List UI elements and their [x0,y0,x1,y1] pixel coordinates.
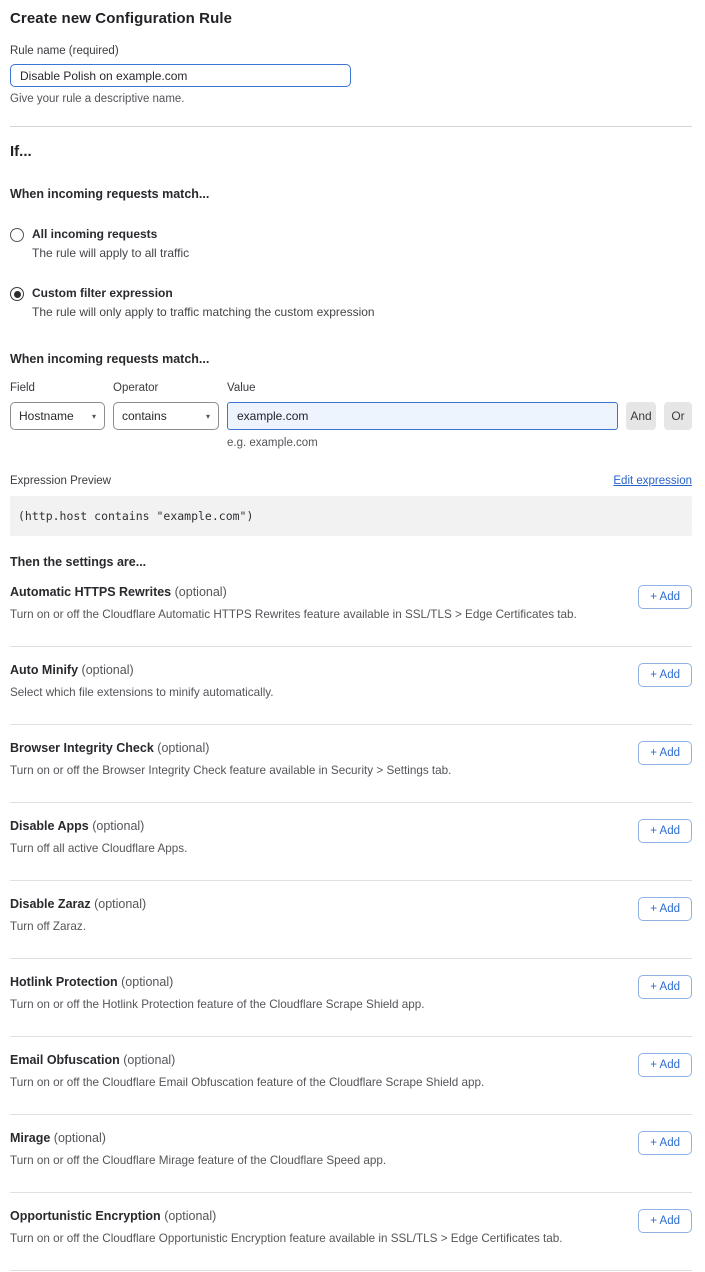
radio-label: Custom filter expression [32,286,375,300]
matcher-heading: When incoming requests match... [10,352,692,366]
setting-title: Disable Zaraz (optional) [10,897,146,911]
setting-description: Turn on or off the Hotlink Protection fe… [10,998,425,1011]
if-heading: If... [10,143,692,160]
add-setting-button[interactable]: + Add [638,663,692,687]
setting-description: Turn off all active Cloudflare Apps. [10,842,187,855]
incoming-requests-subheading: When incoming requests match... [10,187,692,201]
optional-label: (optional) [123,1053,175,1067]
operator-label: Operator [113,382,219,394]
chevron-down-icon: ▾ [92,412,96,421]
radio-label: All incoming requests [32,227,189,241]
expression-preview-label: Expression Preview [10,475,111,487]
setting-title: Hotlink Protection (optional) [10,975,425,989]
setting-title: Mirage (optional) [10,1131,386,1145]
setting-title: Email Obfuscation (optional) [10,1053,484,1067]
add-setting-button[interactable]: + Add [638,819,692,843]
setting-title: Disable Apps (optional) [10,819,187,833]
operator-select[interactable]: contains ▾ [113,402,219,430]
setting-title: Opportunistic Encryption (optional) [10,1209,563,1223]
edit-expression-link[interactable]: Edit expression [613,475,692,487]
value-input[interactable] [227,402,618,430]
setting-row: Auto Minify (optional) Select which file… [10,647,692,725]
value-hint: e.g. example.com [227,437,618,449]
setting-description: Turn on or off the Cloudflare Opportunis… [10,1232,563,1245]
optional-label: (optional) [54,1131,106,1145]
radio-icon[interactable] [10,287,24,301]
setting-title: Browser Integrity Check (optional) [10,741,451,755]
if-section: If... When incoming requests match... Al… [10,143,692,319]
setting-row: Disable Apps (optional) Turn off all act… [10,803,692,881]
expression-builder: When incoming requests match... Field Op… [10,352,692,449]
or-button[interactable]: Or [664,402,692,430]
setting-row: Opportunistic Encryption (optional) Turn… [10,1193,692,1271]
radio-icon[interactable] [10,228,24,242]
radio-description: The rule will apply to all traffic [32,246,189,260]
operator-select-value: contains [122,409,167,423]
optional-label: (optional) [94,897,146,911]
add-setting-button[interactable]: + Add [638,1209,692,1233]
setting-description: Select which file extensions to minify a… [10,686,274,699]
rule-name-input[interactable] [10,64,351,87]
setting-description: Turn on or off the Browser Integrity Che… [10,764,451,777]
setting-description: Turn off Zaraz. [10,920,146,933]
field-select[interactable]: Hostname ▾ [10,402,105,430]
setting-title: Auto Minify (optional) [10,663,274,677]
add-setting-button[interactable]: + Add [638,585,692,609]
setting-row: Mirage (optional) Turn on or off the Clo… [10,1115,692,1193]
optional-label: (optional) [164,1209,216,1223]
setting-description: Turn on or off the Cloudflare Mirage fea… [10,1154,386,1167]
optional-label: (optional) [157,741,209,755]
add-setting-button[interactable]: + Add [638,975,692,999]
and-button[interactable]: And [626,402,656,430]
matcher-grid: Field Operator Value Hostname ▾ contains… [10,382,692,449]
setting-row: Hotlink Protection (optional) Turn on or… [10,959,692,1037]
setting-row: Email Obfuscation (optional) Turn on or … [10,1037,692,1115]
rule-name-section: Rule name (required) Give your rule a de… [10,45,692,105]
setting-title: Automatic HTTPS Rewrites (optional) [10,585,577,599]
optional-label: (optional) [82,663,134,677]
radio-all-incoming-requests[interactable]: All incoming requests The rule will appl… [10,227,692,260]
setting-row: Disable Zaraz (optional) Turn off Zaraz.… [10,881,692,959]
radio-custom-filter-expression[interactable]: Custom filter expression The rule will o… [10,286,692,319]
setting-row: Automatic HTTPS Rewrites (optional) Turn… [10,569,692,647]
create-configuration-rule-page: Create new Configuration Rule Rule name … [0,0,705,1272]
page-title: Create new Configuration Rule [10,10,692,27]
field-label: Field [10,382,105,394]
add-setting-button[interactable]: + Add [638,897,692,921]
expression-code: (http.host contains "example.com") [10,496,692,536]
chevron-down-icon: ▾ [206,412,210,421]
add-setting-button[interactable]: + Add [638,1053,692,1077]
settings-list: Automatic HTTPS Rewrites (optional) Turn… [10,569,692,1271]
setting-description: Turn on or off the Cloudflare Automatic … [10,608,577,621]
radio-description: The rule will only apply to traffic matc… [32,305,375,319]
add-setting-button[interactable]: + Add [638,1131,692,1155]
rule-name-label: Rule name (required) [10,45,692,57]
value-label: Value [227,382,618,394]
optional-label: (optional) [121,975,173,989]
expression-preview-section: Expression Preview Edit expression (http… [10,475,692,536]
add-setting-button[interactable]: + Add [638,741,692,765]
rule-name-help: Give your rule a descriptive name. [10,93,692,105]
divider [10,126,692,127]
optional-label: (optional) [92,819,144,833]
setting-row: Browser Integrity Check (optional) Turn … [10,725,692,803]
optional-label: (optional) [175,585,227,599]
then-settings-heading: Then the settings are... [10,555,692,569]
setting-description: Turn on or off the Cloudflare Email Obfu… [10,1076,484,1089]
field-select-value: Hostname [19,409,74,423]
